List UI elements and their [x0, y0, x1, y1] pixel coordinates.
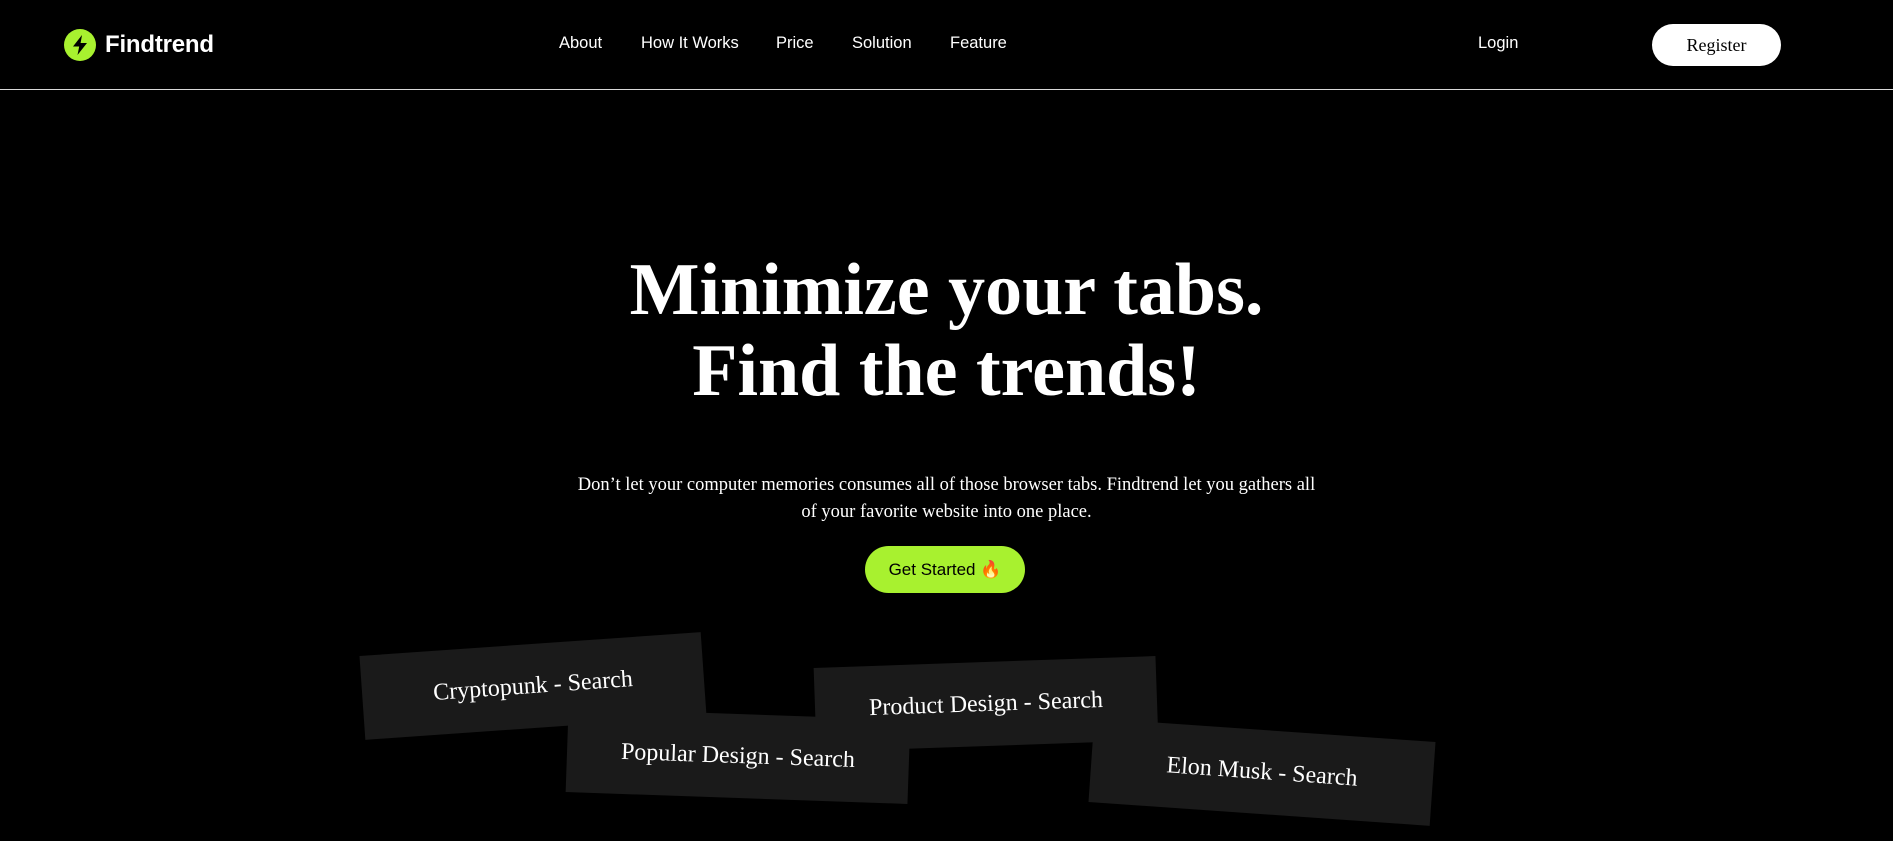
- navbar: Findtrend About How It Works Price Solut…: [0, 0, 1893, 90]
- nav-link-solution[interactable]: Solution: [852, 34, 912, 53]
- login-link[interactable]: Login: [1478, 34, 1518, 53]
- hero-heading: Minimize your tabs. Find the trends!: [0, 250, 1893, 412]
- hero-heading-line-2: Find the trends!: [692, 330, 1201, 412]
- nav-link-feature[interactable]: Feature: [950, 34, 1007, 53]
- nav-link-how-it-works[interactable]: How It Works: [641, 34, 739, 53]
- brand-name: Findtrend: [105, 31, 214, 58]
- get-started-button[interactable]: Get Started 🔥: [865, 546, 1025, 593]
- hero-subtitle: Don’t let your computer memories consume…: [577, 475, 1316, 522]
- lightning-bolt-icon: [64, 29, 96, 61]
- brand-logo[interactable]: Findtrend: [64, 29, 214, 61]
- hero-heading-line-1: Minimize your tabs.: [629, 249, 1264, 331]
- nav-link-about[interactable]: About: [559, 34, 602, 53]
- nav-link-price[interactable]: Price: [776, 34, 814, 53]
- register-button[interactable]: Register: [1652, 24, 1781, 66]
- tab-card-elon-musk: Elon Musk - Search: [1088, 718, 1436, 826]
